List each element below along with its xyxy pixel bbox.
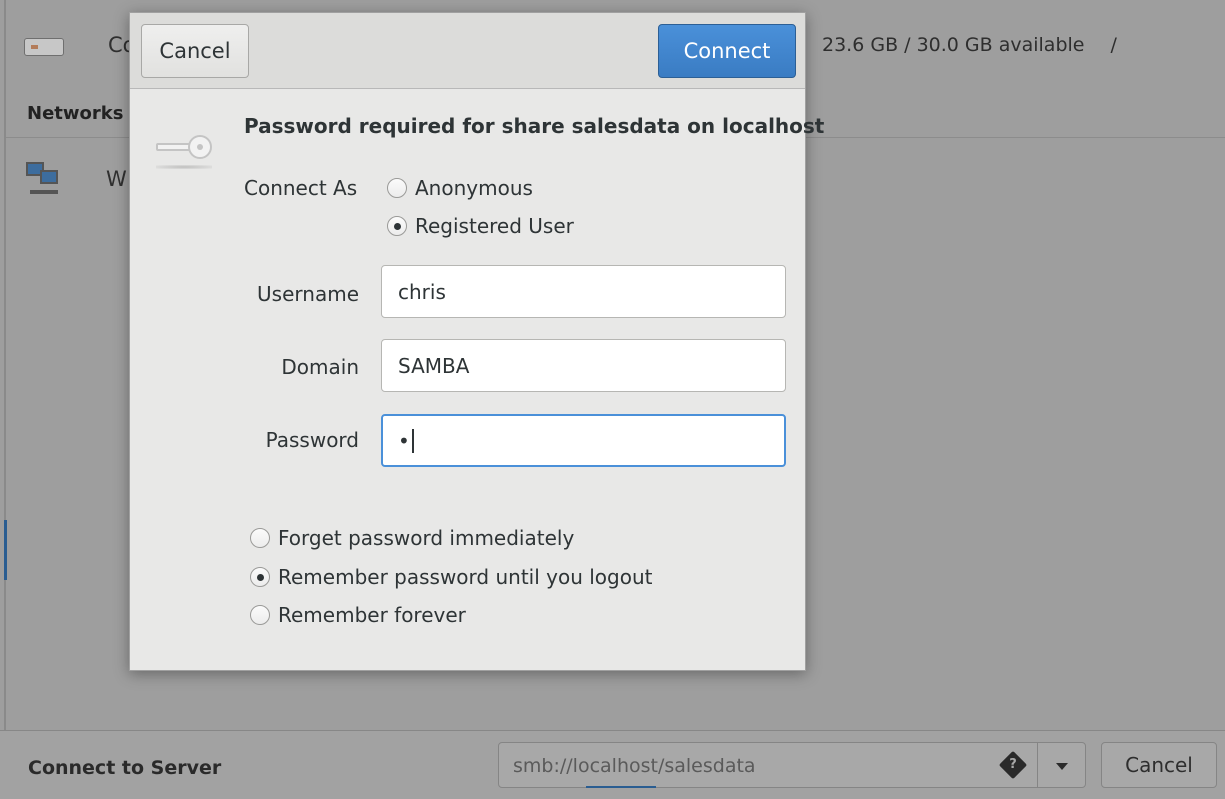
connect-to-server-label: Connect to Server — [28, 757, 222, 779]
cancel-button[interactable]: Cancel — [141, 24, 249, 78]
key-icon — [152, 129, 216, 169]
network-label: W — [106, 167, 127, 191]
hard-drive-icon — [22, 30, 66, 60]
radio-button-checked[interactable] — [387, 216, 407, 236]
text-cursor — [411, 428, 414, 453]
sidebar-selection-accent — [4, 520, 7, 580]
help-glyph: ? — [1009, 757, 1017, 772]
password-label: Password — [265, 428, 359, 452]
network-computers-icon — [24, 158, 64, 200]
radio-button[interactable] — [250, 528, 270, 548]
radio-remember-until-logout[interactable]: Remember password until you logout — [250, 565, 652, 589]
drive-row[interactable]: Co — [22, 20, 136, 70]
sidebar-edge — [4, 0, 6, 730]
connect-button[interactable]: Connect — [658, 24, 796, 78]
domain-field[interactable]: SAMBA — [381, 339, 786, 392]
radio-label: Registered User — [415, 214, 574, 238]
radio-label: Remember forever — [278, 603, 466, 627]
network-row[interactable]: W — [24, 158, 127, 200]
radio-button[interactable] — [387, 178, 407, 198]
radio-label: Forget password immediately — [278, 526, 575, 550]
networks-heading: Networks — [27, 103, 124, 124]
bottom-cancel-button[interactable]: Cancel — [1101, 742, 1217, 788]
chevron-down-icon — [1056, 763, 1068, 770]
server-address-input[interactable]: smb://localhost/salesdata ? — [498, 742, 1038, 788]
text-underline — [586, 786, 656, 788]
radio-forget-immediately[interactable]: Forget password immediately — [250, 526, 574, 550]
radio-button[interactable] — [250, 605, 270, 625]
username-field[interactable]: chris — [381, 265, 786, 318]
radio-anonymous[interactable]: Anonymous — [387, 176, 533, 200]
username-label: Username — [257, 282, 359, 306]
radio-label: Remember password until you logout — [278, 565, 653, 589]
drive-mount-path: / — [1110, 34, 1117, 56]
server-history-dropdown-button[interactable] — [1037, 742, 1086, 788]
server-address-value: smb://localhost/salesdata — [513, 755, 756, 777]
radio-registered-user[interactable]: Registered User — [387, 214, 574, 238]
connect-as-label: Connect As — [244, 176, 358, 200]
domain-value: SAMBA — [398, 353, 470, 378]
password-value: • — [398, 428, 410, 453]
dialog-header-bar: Cancel Connect — [130, 13, 805, 89]
password-field[interactable]: • — [381, 414, 786, 467]
drive-usage-text: 23.6 GB / 30.0 GB available — [822, 34, 1085, 56]
dialog-title: Password required for share salesdata on… — [244, 114, 825, 138]
help-icon[interactable]: ? — [998, 750, 1028, 780]
password-dialog: Cancel Connect Password required for sha… — [129, 12, 824, 671]
domain-label: Domain — [281, 355, 359, 379]
radio-label: Anonymous — [415, 176, 533, 200]
radio-remember-forever[interactable]: Remember forever — [250, 603, 466, 627]
drive-usage-info: 23.6 GB / 30.0 GB available / — [822, 34, 1117, 56]
radio-button-checked[interactable] — [250, 567, 270, 587]
username-value: chris — [398, 279, 446, 304]
connect-to-server-bar: Connect to Server smb://localhost/salesd… — [0, 730, 1225, 799]
